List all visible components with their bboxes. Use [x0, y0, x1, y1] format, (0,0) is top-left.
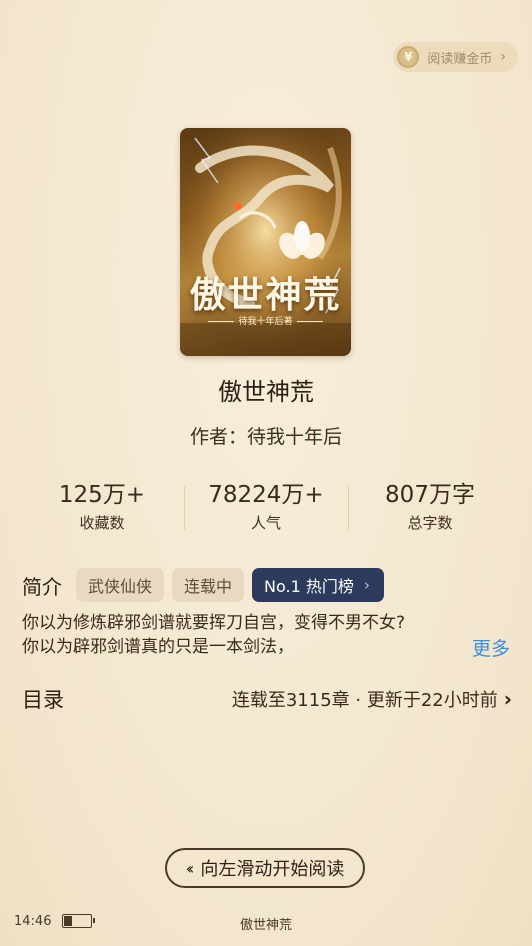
read-earn-coins-button[interactable]: ¥ 阅读赚金币 ›	[393, 42, 518, 72]
stat-word-count: 807万字 总字数	[348, 480, 512, 540]
cover-author-line: 待我十年后著	[180, 314, 351, 327]
chevron-right-icon: ›	[503, 687, 512, 711]
stat-value: 125万+	[58, 482, 146, 508]
hot-rank-tag[interactable]: No.1 热门榜 ›	[252, 568, 384, 602]
hot-rank-label: No.1 热门榜	[264, 577, 354, 596]
book-cover[interactable]: 傲世神荒 待我十年后著	[180, 128, 351, 356]
stat-label: 总字数	[407, 514, 453, 532]
book-author[interactable]: 作者：待我十年后	[0, 422, 532, 449]
stat-favorites: 125万+ 收藏数	[20, 480, 184, 540]
footer-book-title: 傲世神荒	[239, 918, 292, 933]
cover-title: 傲世神荒	[189, 274, 342, 316]
intro-header-row: 简介 武侠仙侠 连载中 No.1 热门榜 ›	[22, 568, 384, 602]
more-button[interactable]: 更多	[472, 634, 510, 661]
intro-line: 你以为辟邪剑谱真的只是一本剑法，	[22, 637, 294, 657]
double-chevron-left-icon: ‹‹	[185, 858, 195, 878]
swipe-to-read-label: 向左滑动开始阅读	[200, 859, 345, 880]
stats-row: 125万+ 收藏数 78224万+ 人气 807万字 总字数	[20, 480, 512, 540]
stat-value: 78224万+	[208, 482, 324, 508]
stat-label: 人气	[250, 514, 281, 532]
tag-status[interactable]: 连载中	[172, 568, 245, 602]
chevron-right-icon: ›	[500, 49, 506, 65]
book-title: 傲世神荒	[218, 378, 314, 406]
toc-label: 目录	[22, 688, 64, 712]
swipe-to-read-button[interactable]: ‹‹ 向左滑动开始阅读	[165, 848, 365, 888]
tag-genre[interactable]: 武侠仙侠	[76, 568, 165, 602]
chevron-right-icon: ›	[363, 576, 370, 594]
intro-description: 你以为修炼辟邪剑谱就要挥刀自宫，变得不男不女? 你以为辟邪剑谱真的只是一本剑法，	[22, 611, 452, 659]
toc-button[interactable]: 连载至3115章 · 更新于22小时前 ›	[232, 686, 512, 712]
toc-update-info: 连载至3115章 · 更新于22小时前	[231, 690, 498, 711]
stat-label: 收藏数	[79, 514, 125, 532]
book-detail-page: ¥ 阅读赚金币 › 傲世神荒 待我十年后著 傲世神荒 作者：待我十年后 125万…	[0, 0, 532, 946]
intro-line: 你以为修炼辟邪剑谱就要挥刀自宫，变得不男不女?	[22, 613, 406, 633]
read-earn-coins-label: 阅读赚金币	[427, 51, 493, 67]
stat-popularity: 78224万+ 人气	[184, 480, 348, 540]
intro-label: 简介	[22, 574, 62, 599]
stat-value: 807万字	[385, 482, 475, 508]
yen-coin-icon: ¥	[397, 46, 420, 68]
